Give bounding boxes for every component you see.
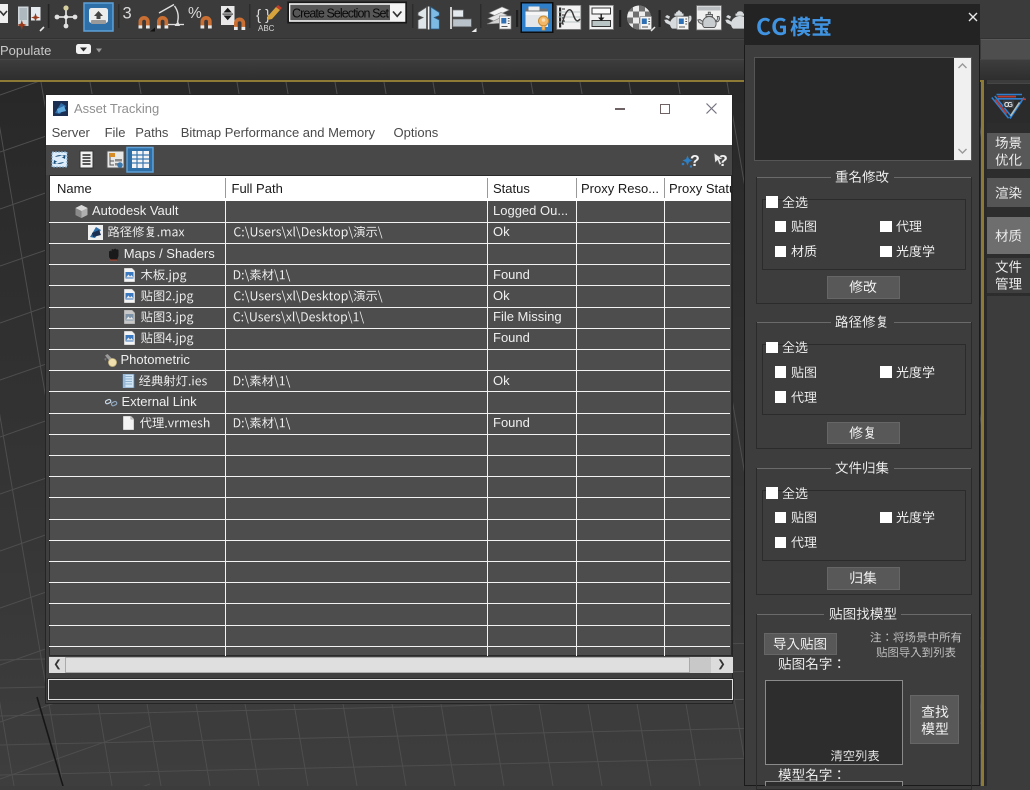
svg-text:Create Selection Set: Create Selection Set [292, 7, 390, 21]
svg-text:3: 3 [123, 5, 132, 23]
svg-text:%: % [188, 5, 202, 22]
svg-text:{ }: { } [256, 7, 270, 24]
svg-text:CG: CG [1004, 102, 1014, 109]
svg-text:ABC: ABC [258, 24, 275, 33]
